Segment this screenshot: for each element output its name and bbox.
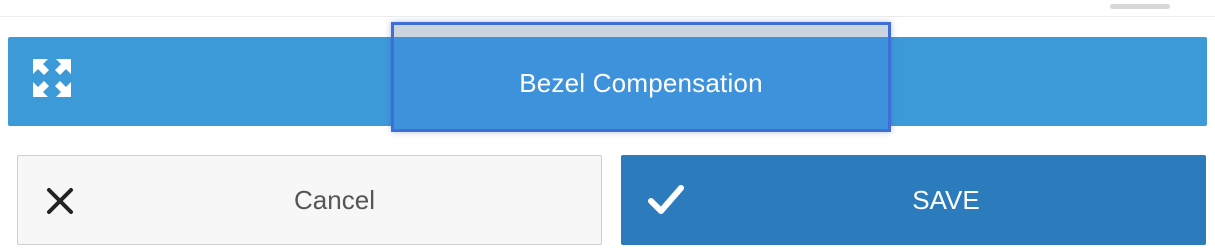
page-title: Bezel Compensation (519, 67, 763, 98)
save-button-label: SAVE (912, 184, 980, 215)
dialog-footer: Bezel Compensation Cancel SAVE (0, 0, 1215, 248)
scroll-handle (1110, 4, 1170, 9)
divider (0, 16, 1215, 17)
expand-arrows-icon[interactable] (31, 57, 73, 99)
title-box: Bezel Compensation (391, 22, 891, 132)
save-button[interactable]: SAVE (621, 155, 1206, 245)
cancel-button[interactable]: Cancel (17, 155, 602, 245)
cancel-button-label: Cancel (294, 184, 375, 215)
